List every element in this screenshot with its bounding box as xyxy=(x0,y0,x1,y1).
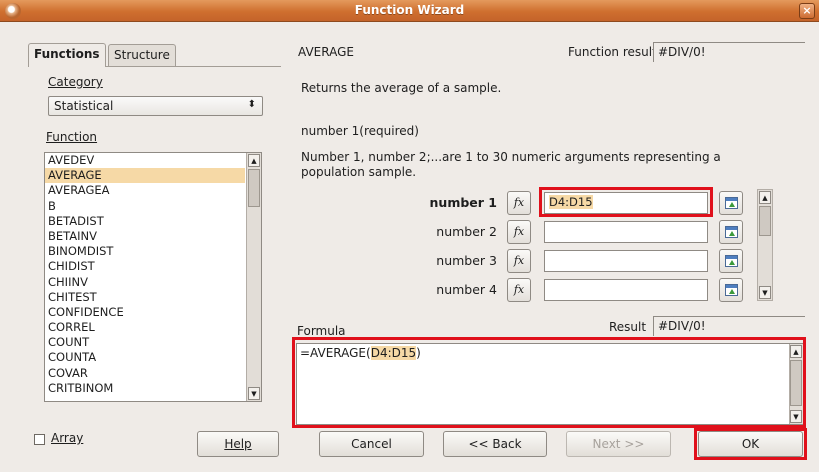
array-label: Array xyxy=(51,431,83,445)
arg-label-number-4: number 4 xyxy=(436,282,497,297)
category-selected-value: Statistical xyxy=(54,99,114,113)
function-label: Function xyxy=(46,130,97,144)
shrink-button-4[interactable] xyxy=(719,278,743,302)
tab-structure[interactable]: Structure xyxy=(108,44,176,66)
function-wizard-dialog: Function Wizard × Functions Structure Ca… xyxy=(0,0,819,472)
scroll-up-icon[interactable]: ▲ xyxy=(248,154,260,167)
arg-label-number-2: number 2 xyxy=(436,224,497,239)
scroll-down-icon[interactable]: ▼ xyxy=(790,410,802,423)
function-label-text: Function xyxy=(46,130,98,144)
function-result-value: #DIV/0! xyxy=(653,42,805,62)
shrink-icon xyxy=(725,226,738,238)
formula-reference: D4:D15 xyxy=(370,346,417,360)
number-1-input[interactable]: D4:D15 xyxy=(544,192,708,214)
function-list-item[interactable]: COUNT xyxy=(45,335,245,350)
scrollbar-thumb[interactable] xyxy=(790,360,802,406)
scrollbar-thumb[interactable] xyxy=(759,206,771,236)
function-list-item[interactable]: BINOMDIST xyxy=(45,244,245,259)
fx-icon[interactable]: fx xyxy=(507,191,531,215)
fx-icon[interactable]: fx xyxy=(507,249,531,273)
formula-suffix: ) xyxy=(416,346,421,360)
title-bar[interactable]: Function Wizard × xyxy=(0,0,819,22)
help-button[interactable]: Help xyxy=(197,431,279,457)
function-list-item[interactable]: BETADIST xyxy=(45,214,245,229)
arg-label-number-1: number 1 xyxy=(429,195,497,210)
array-checkbox[interactable] xyxy=(34,434,45,445)
result-value: #DIV/0! xyxy=(653,316,805,336)
number-1-value: D4:D15 xyxy=(549,195,593,209)
number-3-input[interactable] xyxy=(544,250,708,272)
function-description: Returns the average of a sample. xyxy=(301,81,502,95)
formula-scrollbar[interactable]: ▲ ▼ xyxy=(789,344,803,424)
close-icon[interactable]: × xyxy=(799,3,815,19)
shrink-button-1[interactable] xyxy=(719,191,743,215)
fx-icon[interactable]: fx xyxy=(507,278,531,302)
result-label: Result xyxy=(609,320,647,334)
param-heading: number 1(required) xyxy=(301,124,419,138)
function-list-item[interactable]: AVERAGEA xyxy=(45,183,245,198)
scroll-up-icon[interactable]: ▲ xyxy=(790,345,802,358)
param-description: Number 1, number 2;...are 1 to 30 numeri… xyxy=(301,150,721,179)
scroll-up-icon[interactable]: ▲ xyxy=(759,191,771,204)
scroll-down-icon[interactable]: ▼ xyxy=(248,387,260,400)
category-dropdown[interactable]: Statistical ⬍ xyxy=(48,96,263,116)
arguments-scrollbar[interactable]: ▲ ▼ xyxy=(757,189,773,301)
function-list-item[interactable]: CHIINV xyxy=(45,275,245,290)
function-list-item[interactable]: BETAINV xyxy=(45,229,245,244)
function-list-item[interactable]: COVAR xyxy=(45,366,245,381)
back-button[interactable]: << Back xyxy=(443,431,547,457)
shrink-button-3[interactable] xyxy=(719,249,743,273)
dropdown-arrow-icon: ⬍ xyxy=(247,99,256,110)
fx-icon[interactable]: fx xyxy=(507,220,531,244)
function-list-item[interactable]: CORREL xyxy=(45,320,245,335)
shrink-icon xyxy=(725,197,738,209)
category-label: Category xyxy=(48,75,103,89)
function-list-item[interactable]: CHITEST xyxy=(45,290,245,305)
number-2-input[interactable] xyxy=(544,221,708,243)
function-listbox[interactable]: AVEDEV AVERAGE AVERAGEA B BETADIST BETAINV BIN… xyxy=(44,152,262,402)
formula-label: Formula xyxy=(297,324,346,338)
number-4-input[interactable] xyxy=(544,279,708,301)
function-list-item[interactable]: AVEDEV xyxy=(45,153,245,168)
cancel-button[interactable]: Cancel xyxy=(319,431,424,457)
function-result-label: Function result xyxy=(568,45,657,59)
ok-button[interactable]: OK xyxy=(698,431,803,457)
function-list-item[interactable]: AVERAGE xyxy=(45,168,245,184)
formula-prefix: =AVERAGE( xyxy=(300,346,371,360)
formula-editor[interactable]: =AVERAGE(D4:D15) ▲ ▼ xyxy=(296,343,804,425)
function-list-item[interactable]: CONFIDENCE xyxy=(45,305,245,320)
shrink-icon xyxy=(725,284,738,296)
array-label-text: Array xyxy=(51,431,84,445)
function-list-items: AVEDEV AVERAGE AVERAGEA B BETADIST BETAINV BIN… xyxy=(45,153,245,396)
shrink-button-2[interactable] xyxy=(719,220,743,244)
scrollbar-thumb[interactable] xyxy=(248,169,260,207)
tab-functions[interactable]: Functions xyxy=(28,43,106,67)
help-button-label: Help xyxy=(224,437,252,451)
next-button[interactable]: Next >> xyxy=(566,431,671,457)
function-list-item[interactable]: COUNTA xyxy=(45,350,245,365)
function-list-item[interactable]: CRITBINOM xyxy=(45,381,245,396)
window-title: Function Wizard xyxy=(354,3,465,17)
function-name: AVERAGE xyxy=(298,45,354,59)
scroll-down-icon[interactable]: ▼ xyxy=(759,286,771,299)
formula-label-text: Formula xyxy=(297,324,346,338)
function-list-scrollbar[interactable]: ▲ ▼ xyxy=(246,153,261,401)
arg-label-number-3: number 3 xyxy=(436,253,497,268)
shrink-icon xyxy=(725,255,738,267)
function-list-item[interactable]: B xyxy=(45,199,245,214)
function-list-item[interactable]: CHIDIST xyxy=(45,259,245,274)
category-label-text: Category xyxy=(48,75,103,89)
